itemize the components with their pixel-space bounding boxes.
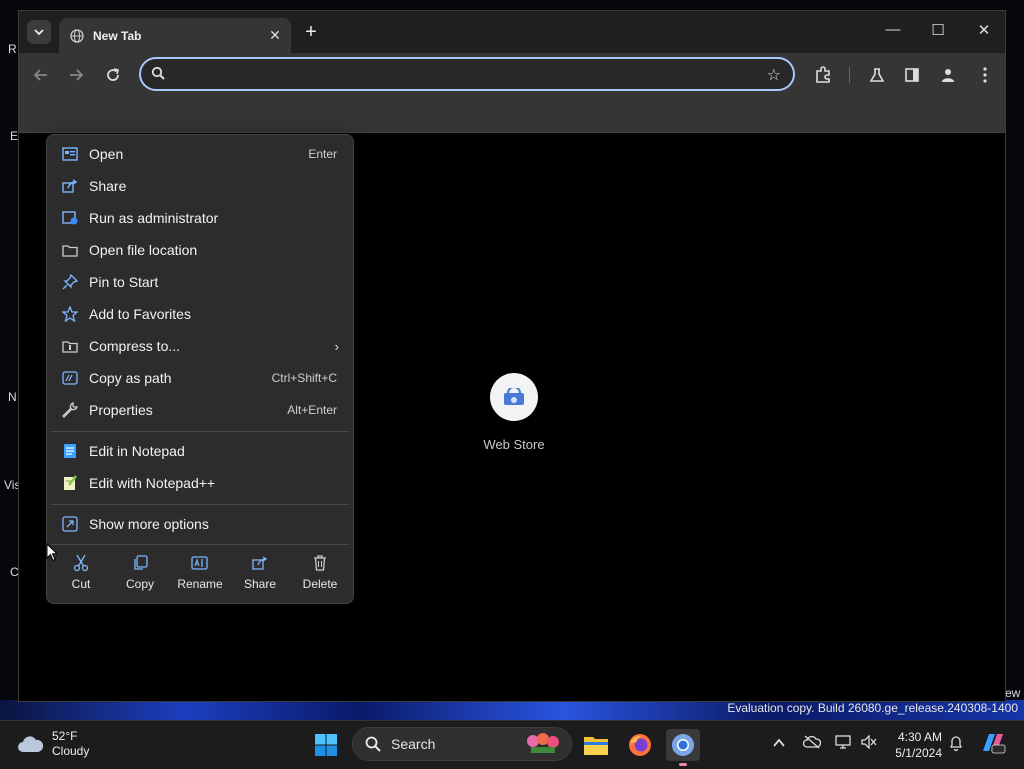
system-clock[interactable]: 4:30 AM 5/1/2024 — [884, 729, 942, 761]
rename-button[interactable]: Rename — [170, 553, 230, 591]
menu-separator — [51, 431, 349, 432]
minimize-button[interactable]: — — [881, 21, 905, 41]
notepad-plus-icon — [61, 475, 79, 491]
chevron-down-icon — [34, 29, 44, 36]
open-icon — [61, 146, 79, 162]
shortcut-label: Web Store — [483, 437, 545, 452]
rename-icon — [170, 553, 230, 573]
cloud-icon — [18, 736, 44, 752]
shortcut-web-store[interactable]: Web Store — [464, 373, 564, 452]
archive-icon — [61, 338, 79, 354]
onedrive-offline-icon[interactable] — [802, 735, 822, 752]
trash-icon — [290, 553, 350, 573]
search-icon — [151, 66, 165, 85]
extensions-icon[interactable] — [813, 65, 833, 85]
menu-item-open-file-location[interactable]: Open file location — [51, 235, 349, 265]
toolbar: ☆ — [19, 53, 1005, 97]
firefox-app[interactable] — [623, 729, 657, 761]
globe-icon — [69, 28, 85, 44]
bell-icon[interactable] — [949, 735, 963, 754]
menu-item-show-more-options[interactable]: Show more options — [51, 509, 349, 539]
maximize-button[interactable]: ☐ — [926, 21, 950, 41]
tab-new-tab[interactable]: New Tab ✕ — [59, 18, 291, 53]
copy-icon — [110, 553, 170, 573]
menu-item-open[interactable]: Open Enter — [51, 139, 349, 169]
notepad-icon — [61, 443, 79, 459]
reload-icon[interactable] — [103, 65, 123, 85]
menu-item-edit-with-notepad-plus[interactable]: Edit with Notepad++ — [51, 468, 349, 498]
pin-icon — [61, 274, 79, 290]
forward-icon[interactable] — [66, 65, 86, 85]
menu-item-copy-as-path[interactable]: Copy as path Ctrl+Shift+C — [51, 363, 349, 393]
quick-actions-bar: Cut Copy Rename Share Delete — [47, 545, 353, 605]
tab-title: New Tab — [93, 28, 142, 43]
menu-item-run-as-admin[interactable]: Run as administrator — [51, 203, 349, 233]
new-tab-button[interactable]: + — [301, 22, 321, 42]
context-menu: Open Enter Share Run as administrator Op… — [46, 134, 354, 604]
profile-icon[interactable] — [938, 65, 958, 85]
toolbar-divider — [849, 67, 850, 83]
desktop-icon-label[interactable]: ew — [1005, 686, 1020, 700]
chevron-right-icon: › — [334, 338, 339, 354]
menu-item-share[interactable]: Share — [51, 171, 349, 201]
menu-item-pin-to-start[interactable]: Pin to Start — [51, 267, 349, 297]
clock-time: 4:30 AM — [897, 730, 942, 744]
network-icon[interactable] — [835, 735, 851, 752]
close-window-button[interactable]: ✕ — [972, 21, 996, 41]
folder-icon — [584, 737, 608, 755]
weather-widget[interactable]: 52°F Cloudy — [16, 729, 89, 759]
chrome-icon — [672, 734, 694, 756]
wrench-icon — [61, 402, 79, 418]
windows-logo-icon — [315, 734, 337, 756]
menu-item-add-to-favorites[interactable]: Add to Favorites — [51, 299, 349, 329]
cut-button[interactable]: Cut — [51, 553, 111, 591]
side-panel-icon[interactable] — [902, 65, 922, 85]
folder-icon — [61, 242, 79, 258]
flowers-icon — [527, 733, 559, 753]
firefox-icon — [629, 734, 651, 756]
search-icon — [365, 736, 381, 752]
clock-date: 5/1/2024 — [895, 746, 942, 760]
desktop-icon-label[interactable]: E — [10, 129, 18, 143]
chrome-app[interactable] — [666, 729, 700, 766]
menu-kebab-icon[interactable] — [975, 65, 995, 85]
start-button[interactable] — [314, 733, 338, 762]
weather-temp: 52°F — [52, 729, 78, 743]
address-bar[interactable]: ☆ — [139, 57, 795, 91]
bookmark-bar — [19, 97, 1005, 133]
close-icon[interactable]: ✕ — [265, 26, 285, 46]
file-explorer-app[interactable] — [579, 729, 613, 761]
share-action-button[interactable]: Share — [230, 553, 290, 591]
delete-button[interactable]: Delete — [290, 553, 350, 591]
copy-path-icon — [61, 370, 79, 386]
chevron-up-icon[interactable] — [773, 735, 785, 751]
tab-bar: New Tab ✕ + — ☐ ✕ — [19, 11, 1005, 53]
active-app-indicator — [679, 763, 687, 766]
desktop-icon-label[interactable]: R — [8, 42, 17, 56]
taskbar: 52°F Cloudy Search 4:30 AM 5/1/2024 — [0, 720, 1024, 769]
share-icon — [230, 553, 290, 573]
star-icon — [61, 306, 79, 322]
menu-separator — [51, 504, 349, 505]
menu-item-compress-to[interactable]: Compress to... › — [51, 331, 349, 361]
menu-item-properties[interactable]: Properties Alt+Enter — [51, 395, 349, 425]
bookmark-star-icon[interactable]: ☆ — [767, 65, 781, 85]
mouse-cursor-icon — [46, 543, 58, 562]
share-icon — [61, 178, 79, 194]
weather-desc: Cloudy — [52, 744, 90, 758]
copy-button[interactable]: Copy — [110, 553, 170, 591]
copilot-icon[interactable] — [980, 731, 1006, 758]
scissors-icon — [51, 553, 111, 573]
web-store-icon — [490, 373, 538, 421]
tab-search-button[interactable] — [27, 20, 51, 44]
admin-shield-icon — [61, 210, 79, 226]
desktop-icon-label[interactable]: N — [8, 390, 17, 404]
more-options-icon — [61, 516, 79, 532]
volume-muted-icon[interactable] — [861, 734, 877, 752]
back-icon[interactable] — [31, 65, 51, 85]
taskbar-search[interactable]: Search — [352, 727, 572, 761]
labs-flask-icon[interactable] — [867, 65, 887, 85]
menu-item-edit-in-notepad[interactable]: Edit in Notepad — [51, 436, 349, 466]
evaluation-watermark: Evaluation copy. Build 26080.ge_release.… — [727, 701, 1018, 715]
